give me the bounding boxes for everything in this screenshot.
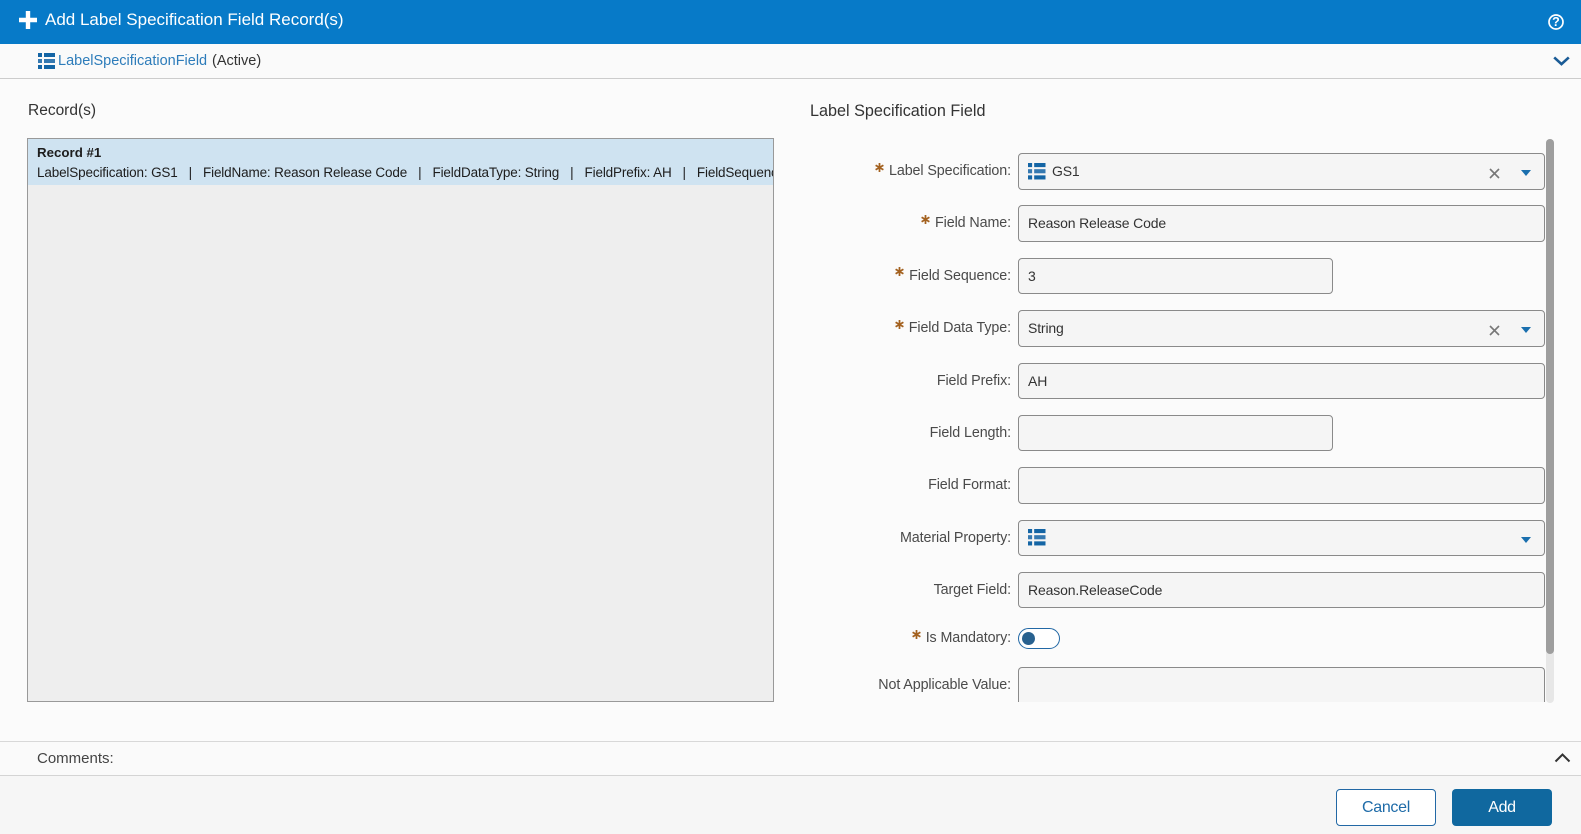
- svg-text:?: ?: [1552, 15, 1560, 29]
